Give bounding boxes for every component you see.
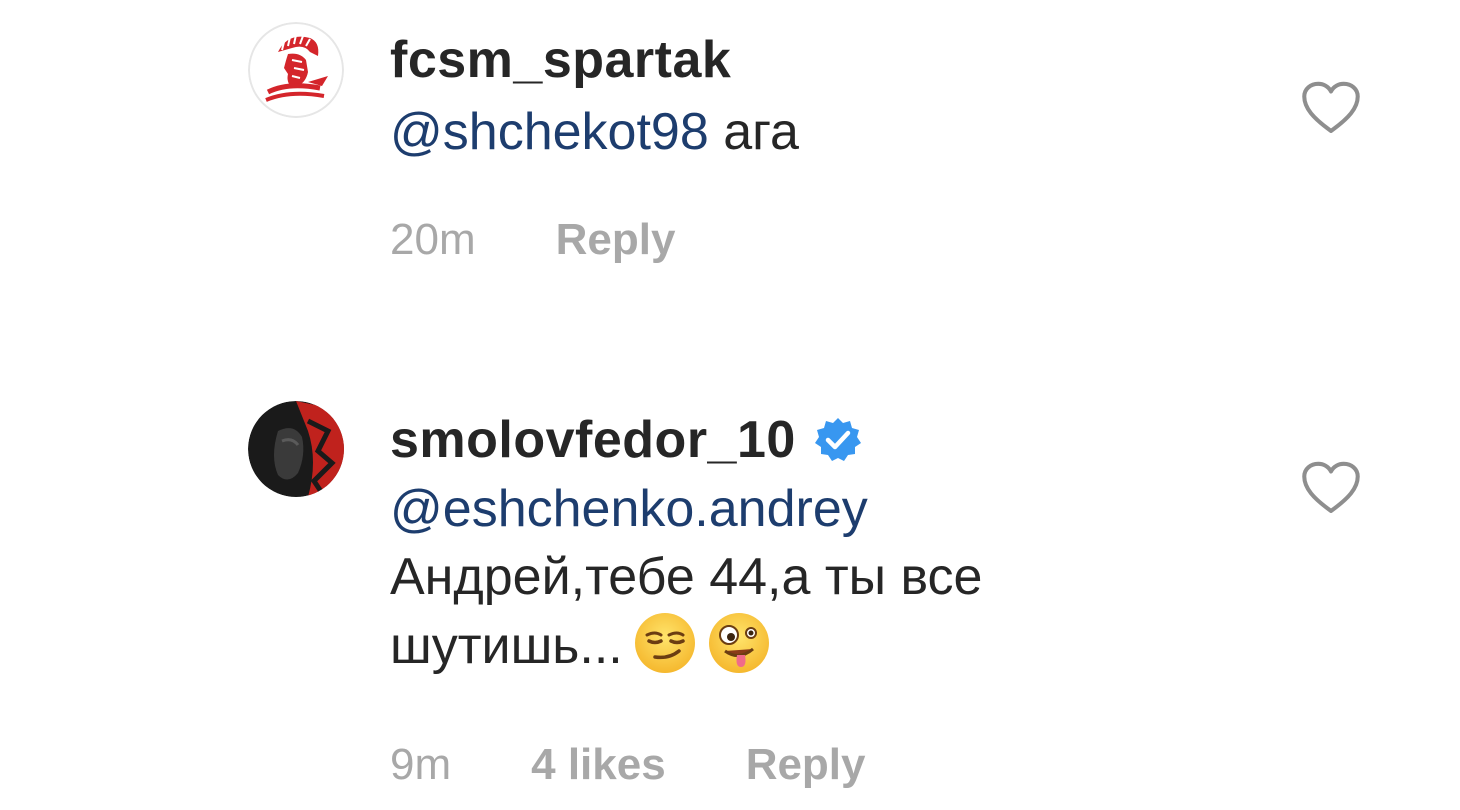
spartak-logo-icon [248,22,344,118]
comment-time: 9m [390,740,452,789]
comment-time: 20m [390,215,476,264]
verified-badge-icon [814,418,861,461]
username[interactable]: smolovfedor_10 [390,410,796,470]
reply-button[interactable]: Reply [746,740,866,790]
mention-link[interactable]: @eshchenko.andrey [390,480,868,538]
profile-photo-icon [248,401,344,497]
zany-face-emoji [708,613,769,673]
comment-meta: 9m 4 likes Reply [390,735,866,795]
username-row: smolovfedor_10 [390,410,862,470]
comment-text: @shchekot98 ага [390,98,1210,166]
comment-body-line-2: шутишь... [390,611,1210,680]
username[interactable]: fcsm_spartak [390,30,731,90]
comment-meta: 20m Reply [390,210,675,270]
reply-button[interactable]: Reply [556,215,676,265]
mention-link[interactable]: @shchekot98 [390,103,709,161]
heart-icon[interactable] [1300,460,1362,516]
likes-count[interactable]: 4 likes [531,740,666,790]
comment-body-line-2-text: шутишь... [390,617,623,675]
comment-text: @eshchenko.andrey Андрей,тебе 44,а ты вс… [390,475,1210,680]
heart-icon[interactable] [1300,80,1362,136]
comment-body-line-1: Андрей,тебе 44,а ты все [390,548,983,606]
avatar[interactable] [248,401,344,497]
avatar[interactable] [248,22,344,118]
smirking-face-emoji [634,613,695,673]
comment-body: ага [708,103,799,161]
comment-item: smolovfedor_10 @eshchenko.andrey Андрей,… [0,385,1460,810]
username-row: fcsm_spartak [390,30,731,90]
comment-item: fcsm_spartak @shchekot98 ага 20m Reply [0,0,1460,330]
